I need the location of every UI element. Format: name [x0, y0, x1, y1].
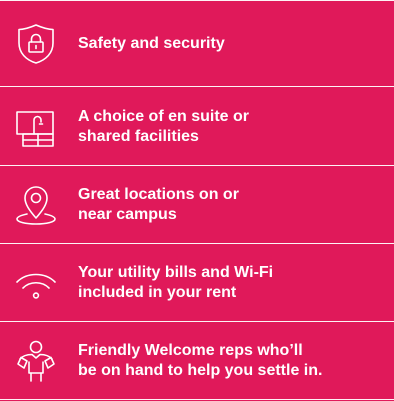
bathroom-icon	[14, 105, 58, 149]
feature-item-locations: Great locations on or near campus	[0, 166, 394, 244]
feature-label: Your utility bills and Wi-Fi included in…	[78, 264, 274, 301]
features-list: Safety and security A choice of en suite…	[0, 0, 394, 401]
feature-item-utilities: Your utility bills and Wi-Fi included in…	[0, 244, 394, 322]
feature-label: A choice of en suite or shared facilitie…	[78, 107, 249, 145]
divider	[0, 399, 394, 400]
feature-label: Great locations on or near campus	[78, 186, 239, 223]
shield-lock-icon	[14, 22, 58, 66]
wifi-icon	[14, 261, 58, 305]
feature-item-facilities: A choice of en suite or shared facilitie…	[0, 87, 394, 166]
welcome-rep-icon	[14, 339, 58, 383]
feature-item-safety: Safety and security	[0, 1, 394, 87]
feature-item-welcome-reps: Friendly Welcome reps who’ll be on hand …	[0, 322, 394, 399]
feature-label: Friendly Welcome reps who’ll be on hand …	[78, 341, 323, 379]
feature-label: Safety and security	[78, 35, 225, 52]
location-pin-icon	[14, 183, 58, 227]
